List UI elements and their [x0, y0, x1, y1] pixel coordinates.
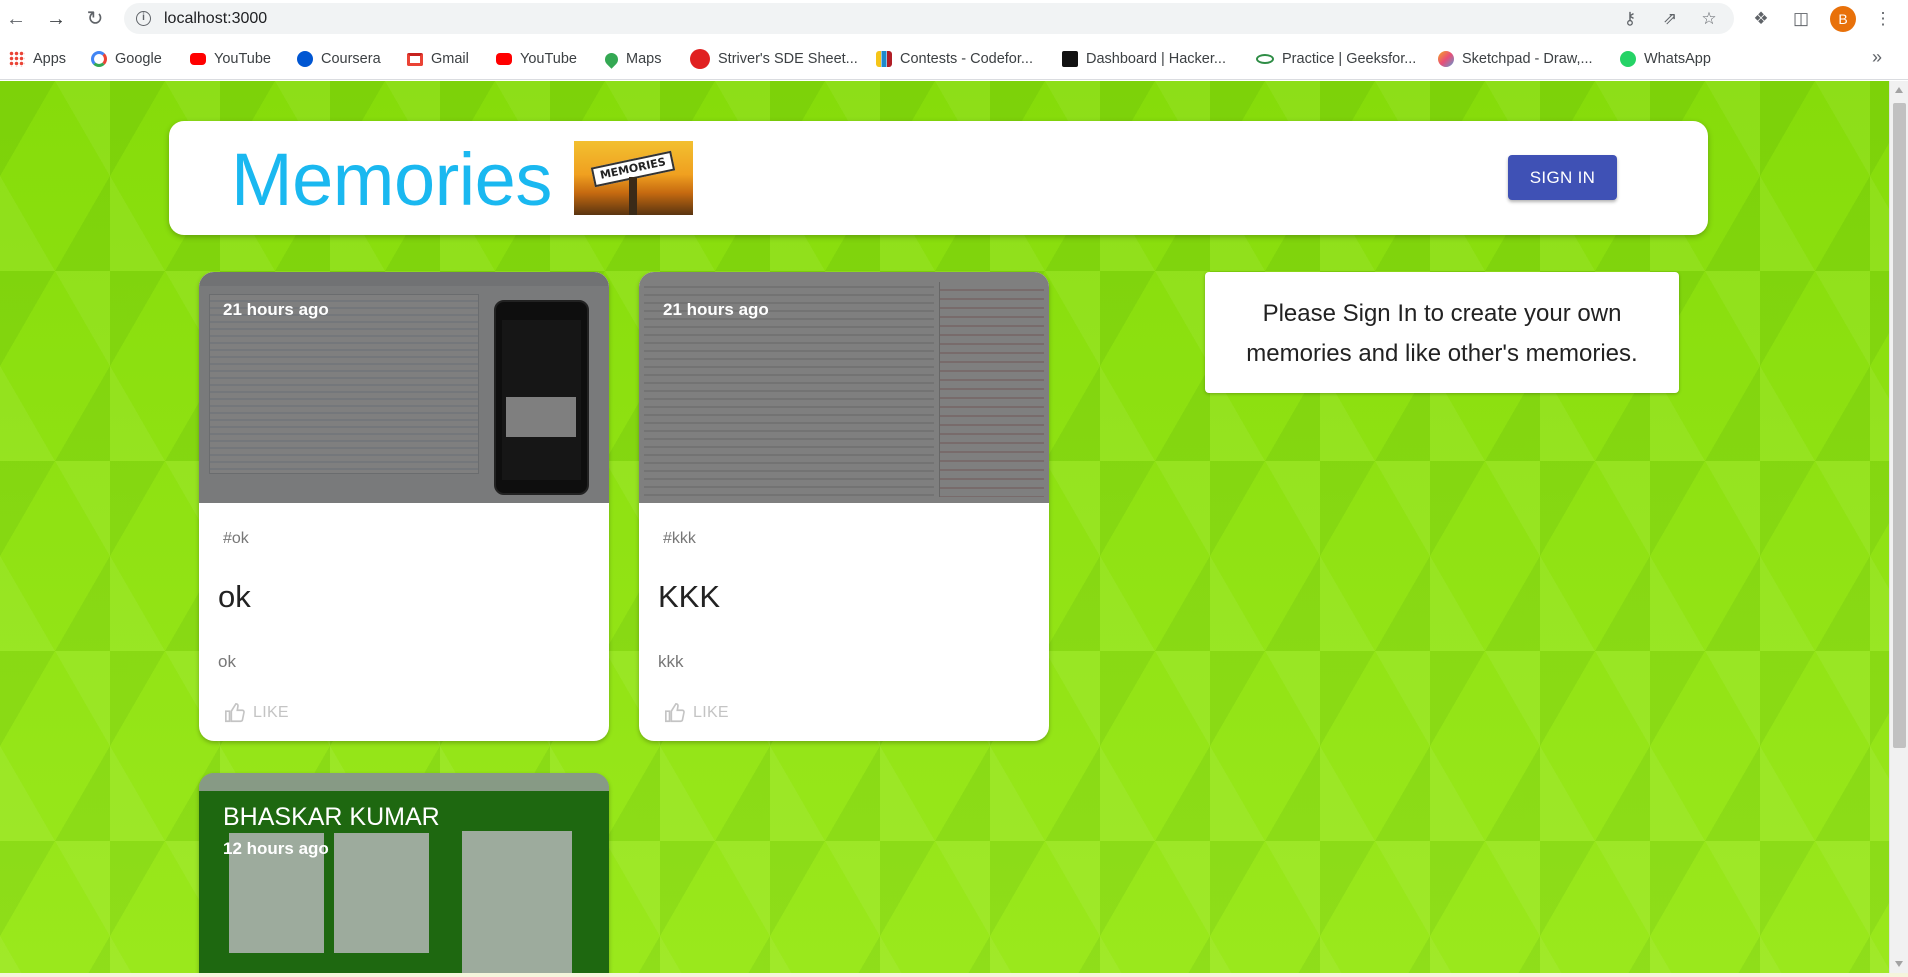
card-title: KKK [658, 579, 721, 614]
apps-grid-icon [9, 51, 25, 67]
sign-in-button[interactable]: SIGN IN [1508, 155, 1617, 200]
tuf-icon [690, 49, 710, 69]
bookmark-maps[interactable]: Maps [602, 49, 661, 69]
forward-arrow-icon[interactable]: → [43, 6, 69, 32]
bookmark-youtube-1[interactable]: YouTube [190, 49, 271, 69]
sign-in-prompt: Please Sign In to create your own memori… [1205, 272, 1679, 393]
coursera-icon [297, 51, 313, 67]
bookmark-apps[interactable]: Apps [9, 49, 66, 69]
bookmark-geeksforgeeks[interactable]: Practice | Geeksfor... [1256, 49, 1416, 69]
card-tags: #ok [223, 530, 249, 547]
geeksforgeeks-icon [1256, 54, 1274, 64]
hackerrank-icon [1062, 51, 1078, 67]
thumb-up-icon [225, 703, 245, 723]
key-icon[interactable]: ⚷ [1620, 9, 1640, 29]
share-icon[interactable]: ⇗ [1660, 9, 1680, 29]
card-image: 21 hours ago [199, 272, 609, 503]
menu-kebab-icon[interactable]: ⋮ [1872, 8, 1894, 30]
sketchpad-icon [1438, 51, 1454, 67]
bookmark-whatsapp[interactable]: WhatsApp [1620, 49, 1711, 69]
side-panel-icon[interactable]: ◫ [1790, 8, 1812, 30]
app-header: Memories MEMORIES SIGN IN [169, 121, 1708, 235]
url-text[interactable]: localhost:3000 [164, 10, 267, 28]
gmail-icon [407, 52, 423, 66]
maps-icon [602, 49, 621, 69]
card-timestamp: 21 hours ago [663, 300, 769, 319]
sign-pole [629, 177, 637, 215]
bookmark-strivers-sheet[interactable]: Striver's SDE Sheet... [690, 49, 858, 69]
like-button[interactable]: LIKE [663, 700, 729, 726]
memory-card: 21 hours ago #ok ok ok LIKE [199, 272, 609, 741]
brand-title[interactable]: Memories [231, 137, 552, 222]
thumb-up-icon [665, 703, 685, 723]
card-image: BHASKAR KUMAR 12 hours ago [199, 773, 609, 973]
like-button[interactable]: LIKE [223, 700, 289, 726]
youtube-icon [496, 53, 512, 65]
bookmark-codeforces[interactable]: Contests - Codefor... [876, 49, 1033, 69]
browser-toolbar: ← → ↻ i localhost:3000 ⚷ ⇗ ☆ ❖ ◫ B ⋮ [0, 0, 1908, 37]
star-icon[interactable]: ☆ [1699, 9, 1719, 29]
address-bar[interactable]: i localhost:3000 ⚷ ⇗ ☆ [124, 3, 1734, 34]
window-bottom-edge [0, 973, 1908, 977]
google-icon [91, 51, 107, 67]
scroll-down-icon[interactable] [1895, 961, 1903, 967]
scroll-up-icon[interactable] [1895, 87, 1903, 93]
reload-icon[interactable]: ↻ [82, 6, 108, 32]
card-creator: BHASKAR KUMAR [223, 803, 440, 831]
profile-avatar[interactable]: B [1830, 6, 1856, 32]
bookmark-sketchpad[interactable]: Sketchpad - Draw,... [1438, 49, 1593, 69]
bookmark-hackerrank[interactable]: Dashboard | Hacker... [1062, 49, 1226, 69]
back-arrow-icon[interactable]: ← [3, 6, 29, 32]
bookmark-gmail[interactable]: Gmail [407, 49, 469, 69]
codeforces-icon [876, 51, 892, 67]
bookmark-youtube-2[interactable]: YouTube [496, 49, 577, 69]
card-timestamp: 21 hours ago [223, 300, 329, 319]
card-message: ok [218, 652, 236, 671]
card-timestamp: 12 hours ago [223, 839, 329, 858]
card-title: ok [218, 579, 251, 614]
like-label: LIKE [253, 704, 289, 721]
memory-card: BHASKAR KUMAR 12 hours ago [199, 773, 609, 973]
bookmark-google[interactable]: Google [91, 49, 162, 69]
whatsapp-icon [1620, 51, 1636, 67]
bookmarks-overflow-icon[interactable]: » [1872, 47, 1882, 68]
card-tags: #kkk [663, 530, 696, 547]
card-message: kkk [658, 652, 684, 671]
memory-card: 21 hours ago #kkk KKK kkk LIKE [639, 272, 1049, 741]
like-label: LIKE [693, 704, 729, 721]
page-viewport: Memories MEMORIES SIGN IN 21 hours ago #… [0, 81, 1889, 973]
bookmarks-bar: Apps Google YouTube Coursera Gmail YouTu… [0, 37, 1908, 80]
scroll-thumb[interactable] [1893, 103, 1906, 748]
page-scrollbar[interactable] [1889, 81, 1908, 973]
brand-logo-image: MEMORIES [574, 141, 693, 215]
bookmark-coursera[interactable]: Coursera [297, 49, 381, 69]
youtube-icon [190, 53, 206, 65]
sign-in-prompt-text: Please Sign In to create your own memori… [1246, 300, 1638, 367]
card-image: 21 hours ago [639, 272, 1049, 503]
extensions-icon[interactable]: ❖ [1750, 8, 1772, 30]
site-info-icon[interactable]: i [136, 11, 151, 26]
